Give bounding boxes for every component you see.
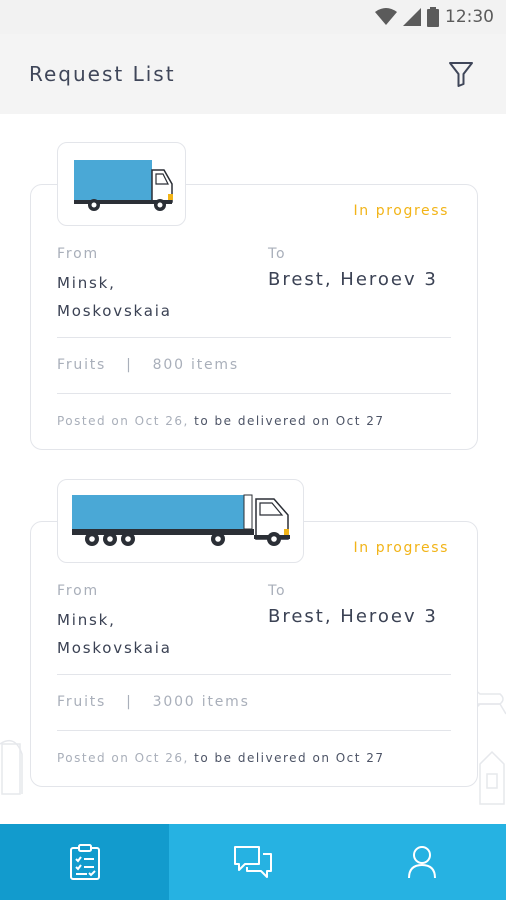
nav-tab-profile[interactable] [338,824,506,900]
from-label: From [57,246,99,262]
cargo-info: Fruits | 3000 items [57,694,250,710]
cellular-signal-icon [403,8,421,26]
cargo-count: 800 items [152,357,239,373]
divider [57,730,451,731]
page-title: Request List [29,62,176,86]
wifi-icon [375,8,397,26]
from-address-value: Minsk, Moskovskaia [57,274,172,320]
vehicle-thumbnail [57,479,304,563]
to-label: To [268,246,287,262]
delivery-date: to be delivered on Oct 27 [188,414,385,428]
divider [57,674,451,675]
request-list[interactable]: In progress From To Minsk, Moskovskaia B… [0,114,506,824]
status-badge: In progress [353,540,449,556]
cargo-count: 3000 items [152,694,250,710]
to-address: Brest, Heroev 3 [268,606,438,627]
posted-info: Posted on Oct 26, to be delivered on Oct… [57,414,385,428]
box-truck-icon [73,160,173,211]
posted-info: Posted on Oct 26, to be delivered on Oct… [57,751,385,765]
nav-tab-requests[interactable] [0,824,169,900]
battery-icon [427,7,439,27]
filter-button[interactable] [446,59,476,89]
from-address: Minsk, Moskovskaia [57,269,227,325]
app-bar: Request List [0,34,506,114]
status-badge: In progress [353,203,449,219]
vehicle-thumbnail [57,142,186,226]
cargo-info: Fruits | 800 items [57,357,239,373]
status-bar: 12:30 [0,0,506,34]
divider [57,393,451,394]
semi-truck-icon [71,494,290,546]
cargo-type: Fruits [57,357,107,373]
filter-icon [449,62,473,87]
from-label: From [57,583,99,599]
delivery-date: to be delivered on Oct 27 [188,751,385,765]
clipboard-checklist-icon [69,844,100,880]
cargo-separator: | [126,694,133,710]
to-label: To [268,583,287,599]
from-address: Minsk, Moskovskaia [57,606,227,662]
divider [57,337,451,338]
cargo-separator: | [126,357,133,373]
user-profile-icon [407,846,436,879]
from-address-value: Minsk, Moskovskaia [57,611,172,657]
bottom-navigation [0,824,506,900]
cargo-type: Fruits [57,694,107,710]
nav-tab-messages[interactable] [169,824,338,900]
chat-bubbles-icon [234,846,273,878]
posted-date: Posted on Oct 26, [57,751,189,765]
posted-date: Posted on Oct 26, [57,414,189,428]
to-address: Brest, Heroev 3 [268,269,438,290]
status-time: 12:30 [445,7,494,27]
